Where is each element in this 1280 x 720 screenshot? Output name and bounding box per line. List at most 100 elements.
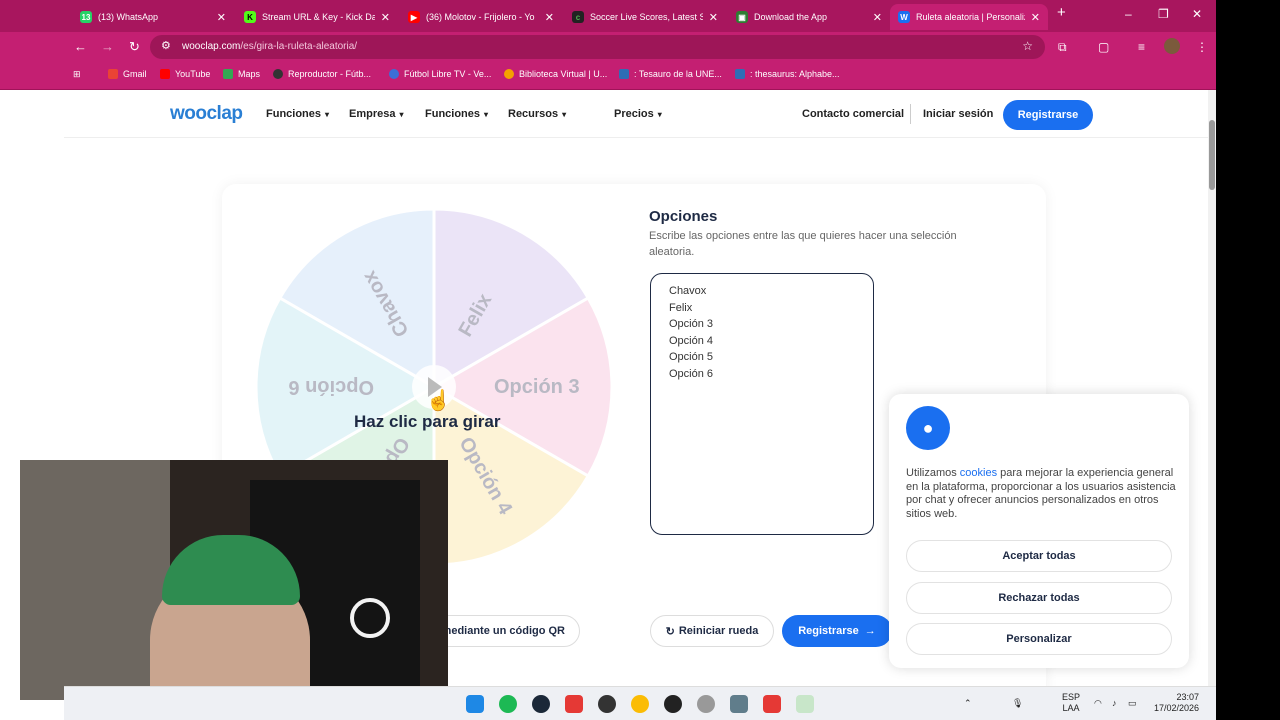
reset-wheel-button[interactable]: ↻ Reiniciar rueda <box>650 615 774 647</box>
tab-search-icon[interactable]: ▢ <box>1098 40 1109 54</box>
thesaurus-icon <box>619 69 629 79</box>
wheel-slice-label: Opción 6 <box>288 376 374 398</box>
wheel-slice-label: Opción 3 <box>494 376 580 398</box>
wooclap-logo[interactable]: wooclap <box>170 103 243 125</box>
volume-icon[interactable]: ♪ <box>1112 698 1117 709</box>
maximize-button[interactable]: ❐ <box>1158 7 1169 21</box>
tab-whatsapp[interactable]: 13 (13) WhatsApp ✕ <box>72 4 234 30</box>
chevron-up-icon[interactable]: ⌃ <box>964 698 972 709</box>
youtube-icon <box>160 69 170 79</box>
wifi-icon[interactable]: ◠ <box>1094 698 1102 709</box>
windows-start-icon[interactable] <box>466 695 484 713</box>
url-text: wooclap.com/es/gira-la-ruleta-aleatoria/ <box>182 41 357 52</box>
menu-funciones-2[interactable]: Funciones ▾ <box>425 108 488 120</box>
microphone-icon[interactable]: 🎙 <box>1012 698 1023 709</box>
close-icon[interactable]: ✕ <box>545 11 554 24</box>
chevron-down-icon: ▾ <box>657 110 662 119</box>
url-bar[interactable]: ⚙ wooclap.com/es/gira-la-ruleta-aleatori… <box>150 35 1045 59</box>
soccer-ball-icon <box>273 69 283 79</box>
tab-soccer[interactable]: c Soccer Live Scores, Latest S ✕ <box>564 4 726 30</box>
new-tab-button[interactable]: + <box>1057 4 1066 21</box>
bookmark-reproductor[interactable]: Reproductor - Fútb... <box>273 69 371 79</box>
accept-all-button[interactable]: Aceptar todas <box>906 540 1172 572</box>
close-icon[interactable]: ✕ <box>381 11 390 24</box>
app-dark-icon[interactable] <box>598 695 616 713</box>
reject-all-button[interactable]: Rechazar todas <box>906 582 1172 614</box>
bookmark-youtube[interactable]: YouTube <box>160 69 210 79</box>
login-link[interactable]: Iniciar sesión <box>923 108 993 120</box>
bookmark-tesauro[interactable]: : Tesauro de la UNE... <box>619 69 722 79</box>
options-textarea[interactable]: Chavox Felix Opción 3 Opción 4 Opción 5 … <box>650 273 874 535</box>
chevron-down-icon: ▾ <box>399 110 404 119</box>
options-description: Escribe las opciones entre las que quier… <box>649 230 957 258</box>
tab-download-app[interactable]: ▣ Download the App ✕ <box>728 4 890 30</box>
gmail-icon <box>108 69 118 79</box>
option-line: Opción 5 <box>669 351 714 363</box>
app-black-icon[interactable] <box>664 695 682 713</box>
menu-precios[interactable]: Precios ▾ <box>614 108 662 120</box>
reload-icon[interactable]: ↻ <box>129 39 140 55</box>
battery-icon[interactable]: ▭ <box>1128 698 1137 709</box>
globe-icon <box>389 69 399 79</box>
close-icon[interactable]: ✕ <box>1031 11 1040 24</box>
language-indicator[interactable]: ESP LAA <box>1062 692 1080 714</box>
menu-label: Precios <box>614 108 654 120</box>
bookmark-thesaurus[interactable]: : thesaurus: Alphabe... <box>735 69 840 79</box>
app-gray-icon[interactable] <box>697 695 715 713</box>
cookie-banner: ● Utilizamos cookies para mejorar la exp… <box>889 394 1189 668</box>
bookmark-biblioteca[interactable]: Biblioteca Virtual | U... <box>504 69 607 79</box>
menu-icon[interactable]: ⋮ <box>1196 40 1208 54</box>
profile-avatar[interactable] <box>1164 38 1180 54</box>
url-domain: wooclap.com <box>182 41 241 52</box>
menu-label: Recursos <box>508 108 559 120</box>
apps-icon[interactable]: ⊞ <box>73 69 81 80</box>
settings-icon[interactable] <box>730 695 748 713</box>
back-icon[interactable]: ← <box>74 39 87 54</box>
customize-button[interactable]: Personalizar <box>906 623 1172 655</box>
spin-instruction: Haz clic para girar <box>354 412 501 431</box>
minimize-button[interactable]: – <box>1125 7 1132 21</box>
close-icon[interactable]: ✕ <box>217 11 226 24</box>
close-icon[interactable]: ✕ <box>873 11 882 24</box>
bookmark-maps[interactable]: Maps <box>223 69 260 79</box>
menu-empresa[interactable]: Empresa ▾ <box>349 108 404 120</box>
register-button[interactable]: Registrarse <box>1003 100 1093 130</box>
spotify-icon[interactable] <box>499 695 517 713</box>
site-info-icon[interactable]: ⚙ <box>161 39 171 52</box>
scrollbar[interactable] <box>1208 90 1216 686</box>
cookie-icon: ● <box>906 406 950 450</box>
ring-light <box>350 598 390 638</box>
cookie-text-part: Utilizamos <box>906 467 960 479</box>
tab-label: (13) WhatsApp <box>98 12 159 22</box>
menu-label: Empresa <box>349 108 396 120</box>
tab-kick[interactable]: K Stream URL & Key - Kick Da ✕ <box>236 4 398 30</box>
cookies-link[interactable]: cookies <box>960 467 997 479</box>
contact-link[interactable]: Contacto comercial <box>802 108 904 120</box>
extensions-icon[interactable]: ⧉ <box>1058 40 1067 55</box>
tab-label: Download the App <box>754 12 828 22</box>
clock[interactable]: 23:07 17/02/2026 <box>1154 692 1199 714</box>
tab-youtube[interactable]: ▶ (36) Molotov - Frijolero - Yo ✕ <box>400 4 562 30</box>
scrollbar-thumb[interactable] <box>1209 120 1215 190</box>
steam-icon[interactable] <box>532 695 550 713</box>
app-red-2-icon[interactable] <box>763 695 781 713</box>
forward-icon[interactable]: → <box>101 39 114 54</box>
app-light-icon[interactable] <box>796 695 814 713</box>
option-line: Opción 4 <box>669 334 714 347</box>
app-red-icon[interactable] <box>565 695 583 713</box>
menu-recursos[interactable]: Recursos ▾ <box>508 108 566 120</box>
register-cta-button[interactable]: Registrarse → <box>782 615 892 647</box>
tab-ruleta[interactable]: W Ruleta aleatoria | Personaliz ✕ <box>890 4 1048 30</box>
chevron-down-icon: ▾ <box>484 110 489 119</box>
star-icon[interactable]: ☆ <box>1022 39 1033 53</box>
media-icon[interactable]: ≡ <box>1138 40 1145 54</box>
close-window-button[interactable]: ✕ <box>1192 7 1202 21</box>
option-line: Opción 6 <box>669 367 714 380</box>
bookmark-gmail[interactable]: Gmail <box>108 69 147 79</box>
bookmark-futbol-libre[interactable]: Fútbol Libre TV - Ve... <box>389 69 491 79</box>
options-title: Opciones <box>649 208 718 225</box>
address-bar-row: ← → ↻ ⚙ wooclap.com/es/gira-la-ruleta-al… <box>0 32 1216 62</box>
menu-funciones[interactable]: Funciones ▾ <box>266 108 329 120</box>
close-icon[interactable]: ✕ <box>709 11 718 24</box>
chrome-icon[interactable] <box>631 695 649 713</box>
